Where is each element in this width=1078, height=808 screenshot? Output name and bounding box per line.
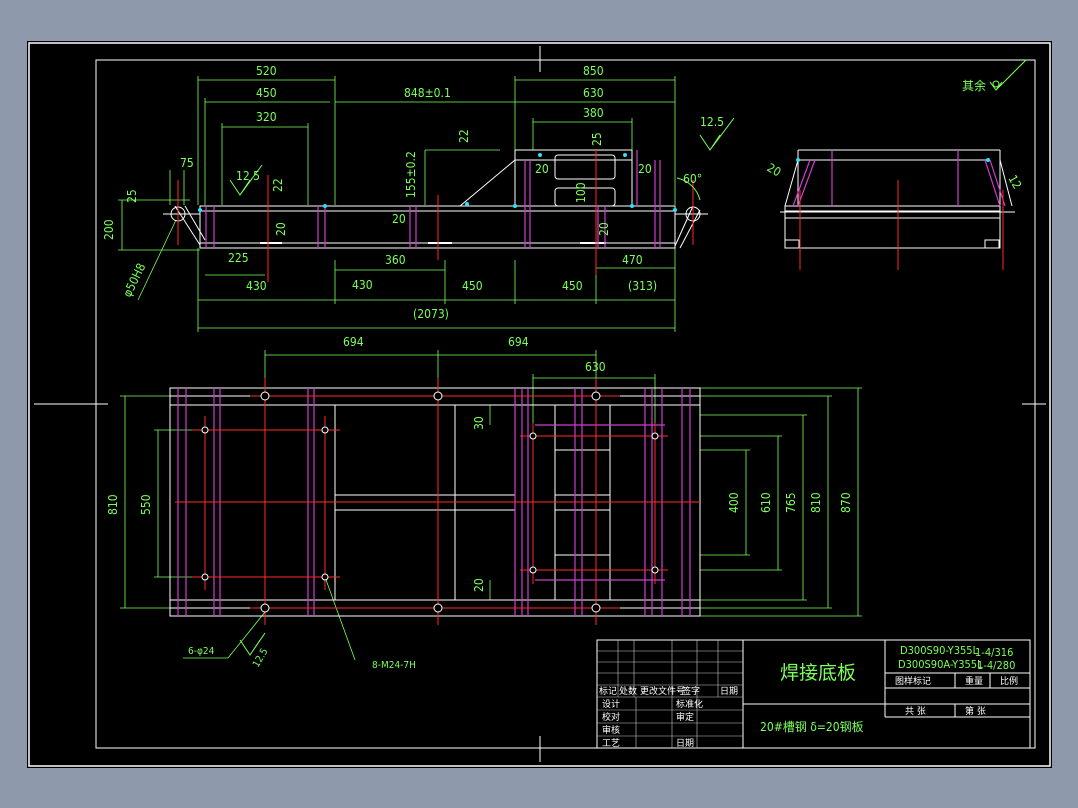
role-standard: 标准化 [676, 698, 703, 710]
dim-694-a: 694 [343, 335, 364, 349]
rev-header-docno: 更改文件号 [640, 685, 685, 697]
dim-470: 470 [622, 253, 643, 267]
roughness-value-2: 12.5 [700, 115, 724, 129]
dim-225: 225 [228, 251, 249, 265]
dim-630-plan: 630 [585, 360, 606, 374]
remark-text: 其余 [962, 78, 986, 93]
dim-200: 200 [102, 219, 116, 240]
cell-drawing-mark: 图样标记 [895, 675, 931, 687]
dim-848: 848±0.1 [404, 86, 451, 100]
dim-360: 360 [385, 253, 406, 267]
dim-550: 550 [139, 494, 153, 515]
dim-20-d: 20 [392, 212, 406, 226]
drawing-title: 焊接底板 [780, 662, 856, 684]
role-approve: 审定 [676, 711, 694, 723]
dim-400: 400 [727, 492, 741, 513]
dim-450-b: 450 [562, 279, 583, 293]
dim-25: 25 [590, 132, 604, 146]
dim-430-b: 430 [352, 278, 373, 292]
dim-22-top: 22 [457, 129, 471, 143]
dim-430-a: 430 [246, 279, 267, 293]
dim-100: 100 [574, 182, 588, 203]
cell-weight: 重量 [965, 675, 983, 687]
dim-155: 155±0.2 [404, 151, 418, 198]
cell-sheet-no: 第 张 [965, 705, 986, 717]
cad-drawing-canvas: 其余 520 450 848±0.1 850 630 320 380 75 22… [27, 41, 1052, 768]
dim-20-plan: 20 [472, 578, 486, 592]
material-note: 20#槽钢 δ=20钢板 [760, 720, 864, 734]
dim-320: 320 [256, 110, 277, 124]
holes-8-m24: 8-M24-7H [372, 660, 416, 671]
dim-20-b: 20 [638, 162, 652, 176]
dim-850: 850 [583, 64, 604, 78]
dim-450-a: 450 [462, 279, 483, 293]
rev-header-mark: 标记 [599, 685, 617, 697]
dim-30: 30 [472, 416, 486, 430]
model-2: D300S90A-Y355L [898, 658, 983, 671]
roughness-value-1: 12.5 [236, 169, 260, 183]
dim-60-deg: 60° [683, 172, 702, 186]
role-review: 审核 [602, 724, 620, 736]
dim-610: 610 [759, 492, 773, 513]
dim-22-side: 22 [271, 178, 285, 192]
holes-6-phi24: 6-φ24 [188, 646, 215, 657]
role-date: 日期 [676, 738, 694, 749]
dim-2073: (2073) [413, 307, 449, 321]
cad-viewport[interactable]: 其余 520 450 848±0.1 850 630 320 380 75 22… [0, 0, 1078, 808]
rev-header-sign: 签字 [682, 685, 700, 697]
role-check: 校对 [602, 711, 620, 723]
rev-header-date: 日期 [720, 686, 738, 697]
dim-810-right: 810 [809, 492, 823, 513]
dim-313: (313) [628, 279, 657, 293]
cell-total-sheets: 共 张 [905, 706, 926, 717]
dim-25-side: 25 [125, 189, 139, 203]
dim-630: 630 [583, 86, 604, 100]
dim-694-b: 694 [508, 335, 529, 349]
dim-20-e: 20 [597, 222, 611, 236]
dim-765: 765 [784, 492, 798, 513]
dim-870: 870 [839, 492, 853, 513]
rev-header-count: 处数 [619, 685, 637, 697]
dim-520: 520 [256, 64, 277, 78]
role-design: 设计 [602, 698, 620, 710]
model-1: D300S90-Y355L [900, 644, 979, 657]
model-2-suffix: 1-4/280 [977, 659, 1015, 672]
dim-20-a: 20 [535, 162, 549, 176]
dim-810-left: 810 [106, 494, 120, 515]
role-process: 工艺 [602, 738, 620, 749]
dim-20-c: 20 [274, 222, 288, 236]
dim-450: 450 [256, 86, 277, 100]
dim-380: 380 [583, 106, 604, 120]
dim-75: 75 [180, 156, 194, 170]
cell-scale: 比例 [1000, 675, 1018, 687]
